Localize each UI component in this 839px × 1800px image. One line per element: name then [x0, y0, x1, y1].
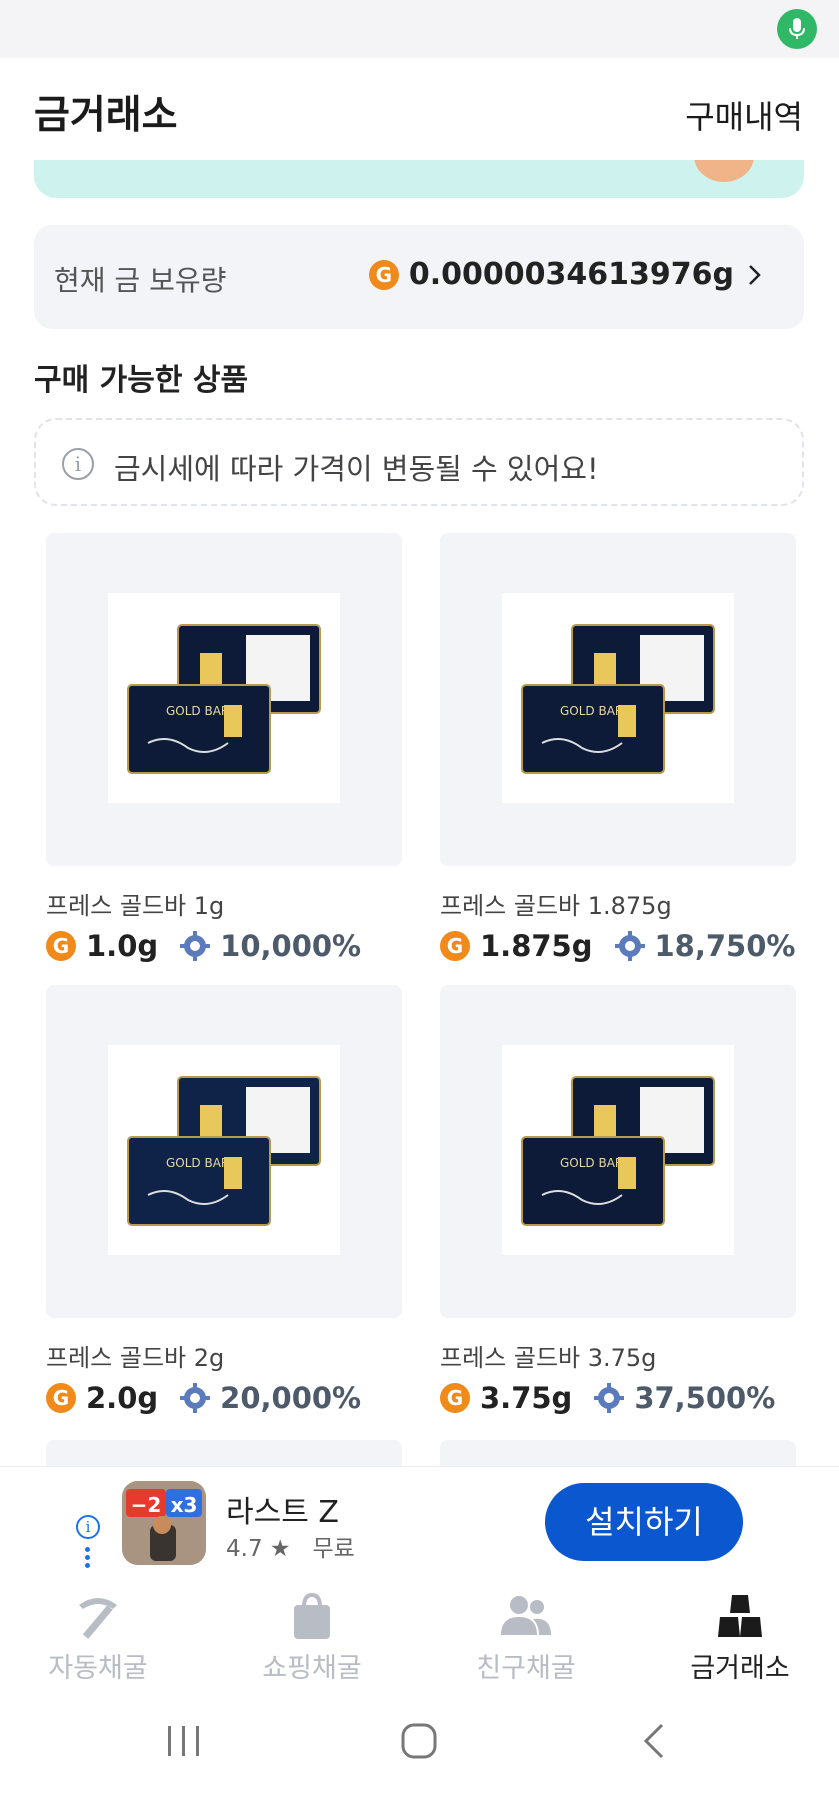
- gold-coin-icon: G: [46, 931, 76, 961]
- product-name: 프레스 골드바 3.75g: [440, 1344, 657, 1372]
- product-price: G 2.0g 20,000%: [46, 1381, 402, 1415]
- product-gold-amount: 2.0g: [86, 1381, 159, 1415]
- product-image-frame: GOLD BAR: [46, 533, 402, 866]
- holdings-label: 현재 금 보유량: [54, 264, 227, 297]
- gold-coin-icon: G: [440, 1383, 470, 1413]
- tab-shopping-mining[interactable]: 쇼핑채굴: [232, 1588, 392, 1685]
- product-price: G 3.75g 37,500%: [440, 1381, 796, 1415]
- gear-icon: [180, 931, 211, 961]
- product-name: 프레스 골드바 1g: [46, 892, 225, 920]
- app-icon: −2 x3: [122, 1481, 206, 1565]
- product-card[interactable]: GOLD BAR 프레스 골드바 2g G 2.0g 20,000%: [46, 985, 402, 1415]
- product-name: 프레스 골드바 2g: [46, 1344, 225, 1372]
- product-percent-group: 37,500%: [594, 1381, 775, 1415]
- product-percent: 20,000%: [220, 1381, 362, 1415]
- promo-banner[interactable]: [34, 160, 804, 198]
- svg-text:x3: x3: [171, 1493, 198, 1517]
- chevron-right-icon: [749, 265, 761, 285]
- product-gold-amount: 1.875g: [480, 929, 593, 963]
- svg-text:−2: −2: [131, 1493, 162, 1517]
- notice-text: 금시세에 따라 가격이 변동될 수 있어요!: [114, 452, 599, 486]
- product-image-frame: GOLD BAR: [440, 985, 796, 1318]
- product-price: G 1.875g 18,750%: [440, 929, 796, 963]
- pickaxe-icon: [18, 1588, 178, 1644]
- holdings-value: 0.0000034613976g: [408, 257, 734, 292]
- product-percent: 37,500%: [634, 1381, 776, 1415]
- tab-auto-mining[interactable]: 자동채굴: [18, 1588, 178, 1685]
- info-icon: i: [62, 448, 94, 480]
- ad-app-name: 라스트 Z: [226, 1495, 339, 1530]
- svg-text:GOLD BAR: GOLD BAR: [560, 1156, 623, 1170]
- gear-icon: [614, 931, 645, 961]
- product-image: GOLD BAR: [502, 593, 734, 803]
- product-image: GOLD BAR: [502, 1045, 734, 1255]
- tab-label: 쇼핑채굴: [262, 1653, 362, 1684]
- price-notice: i 금시세에 따라 가격이 변동될 수 있어요!: [34, 418, 804, 506]
- product-percent-group: 20,000%: [180, 1381, 361, 1415]
- ad-banner[interactable]: i −2 x3 라스트 Z 4.7 ★ 무료 설치하기: [0, 1466, 839, 1578]
- home-icon[interactable]: [400, 1722, 438, 1760]
- holdings-value-group: G 0.0000034613976g: [368, 257, 734, 292]
- shopping-bag-icon: [232, 1588, 392, 1644]
- banner-coin-image: [694, 160, 754, 182]
- tab-label: 금거래소: [690, 1653, 790, 1684]
- product-image-frame: GOLD BAR: [46, 985, 402, 1318]
- bottom-tab-bar: 자동채굴 쇼핑채굴 친구채굴 금거래소: [0, 1578, 839, 1688]
- product-image: GOLD BAR: [108, 593, 340, 803]
- purchase-history-link[interactable]: 구매내역: [685, 92, 803, 138]
- more-options-icon[interactable]: [85, 1547, 91, 1571]
- product-image: GOLD BAR: [108, 1045, 340, 1255]
- gold-holdings-card[interactable]: 현재 금 보유량 G 0.0000034613976g: [34, 225, 804, 329]
- product-percent-group: 18,750%: [614, 929, 796, 963]
- microphone-icon[interactable]: [777, 9, 817, 49]
- gear-icon: [594, 1383, 625, 1413]
- product-percent: 18,750%: [654, 929, 796, 963]
- page-title: 금거래소: [34, 93, 178, 138]
- product-percent-group: 10,000%: [180, 929, 361, 963]
- system-navigation-bar: [0, 1688, 839, 1800]
- product-percent: 10,000%: [220, 929, 362, 963]
- tab-friend-mining[interactable]: 친구채굴: [446, 1588, 606, 1685]
- status-bar: [0, 0, 839, 58]
- product-card[interactable]: GOLD BAR 프레스 골드바 1g G 1.0g 10,000%: [46, 533, 402, 963]
- gold-coin-icon: G: [368, 259, 399, 290]
- ad-rating: 4.7 ★ 무료: [226, 1536, 355, 1562]
- recent-apps-icon[interactable]: [166, 1724, 202, 1758]
- product-name: 프레스 골드바 1.875g: [440, 892, 672, 920]
- product-gold-amount: 3.75g: [480, 1381, 573, 1415]
- gold-bars-icon: [660, 1588, 820, 1644]
- tab-label: 친구채굴: [476, 1653, 576, 1684]
- product-card[interactable]: GOLD BAR 프레스 골드바 1.875g G 1.875g 18,750%: [440, 533, 796, 963]
- svg-text:GOLD BAR: GOLD BAR: [166, 1156, 229, 1170]
- back-icon[interactable]: [640, 1722, 670, 1760]
- section-title: 구매 가능한 상품: [34, 363, 249, 398]
- gold-coin-icon: G: [46, 1383, 76, 1413]
- product-gold-amount: 1.0g: [86, 929, 159, 963]
- product-price: G 1.0g 10,000%: [46, 929, 402, 963]
- ad-info-icon[interactable]: i: [76, 1515, 100, 1539]
- gear-icon: [180, 1383, 211, 1413]
- gold-coin-icon: G: [440, 931, 470, 961]
- tab-gold-exchange[interactable]: 금거래소: [660, 1588, 820, 1685]
- product-image-frame: GOLD BAR: [440, 533, 796, 866]
- svg-text:GOLD BAR: GOLD BAR: [166, 704, 229, 718]
- app-header: 금거래소 구매내역: [0, 58, 839, 162]
- friends-icon: [446, 1588, 606, 1644]
- svg-text:GOLD BAR: GOLD BAR: [560, 704, 623, 718]
- install-button[interactable]: 설치하기: [545, 1483, 743, 1561]
- tab-label: 자동채굴: [48, 1653, 148, 1684]
- product-card[interactable]: GOLD BAR 프레스 골드바 3.75g G 3.75g 37,500%: [440, 985, 796, 1415]
